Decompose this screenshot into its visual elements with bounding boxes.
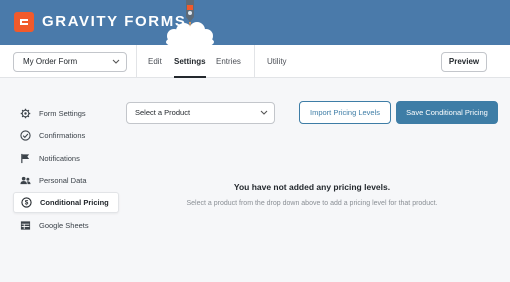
dollar-icon: $ xyxy=(21,197,32,208)
tab-edit[interactable]: Edit xyxy=(148,45,162,78)
empty-state-description: Select a product from the drop down abov… xyxy=(186,200,438,207)
chevron-down-icon xyxy=(260,110,268,115)
toolbar-divider xyxy=(254,45,255,78)
sidebar-item-notifications[interactable]: Notifications xyxy=(13,148,119,169)
sidebar-item-label: Notifications xyxy=(39,154,80,163)
flag-icon xyxy=(20,153,31,164)
rocket-illustration-icon xyxy=(166,0,214,45)
gear-icon xyxy=(20,108,31,119)
sidebar-item-form-settings[interactable]: Form Settings xyxy=(13,103,119,124)
table-icon xyxy=(20,220,31,231)
sidebar-item-label: Confirmations xyxy=(39,131,86,140)
sidebar-item-label: Conditional Pricing xyxy=(40,198,109,207)
import-pricing-levels-button[interactable]: Import Pricing Levels xyxy=(299,101,391,124)
tab-utility[interactable]: Utility xyxy=(267,45,287,78)
form-switcher-value: My Order Form xyxy=(23,57,78,66)
check-circle-icon xyxy=(20,130,31,141)
product-select[interactable]: Select a Product xyxy=(126,102,275,124)
app-header: GRAVITY FORMS xyxy=(0,0,510,45)
sidebar-item-label: Google Sheets xyxy=(39,221,89,230)
tab-settings[interactable]: Settings xyxy=(174,45,206,78)
sidebar-item-conditional-pricing[interactable]: $ Conditional Pricing xyxy=(13,192,119,213)
sidebar-item-label: Personal Data xyxy=(39,176,87,185)
form-switcher-select[interactable]: My Order Form xyxy=(13,52,127,72)
save-conditional-pricing-button[interactable]: Save Conditional Pricing xyxy=(396,101,498,124)
tab-entries[interactable]: Entries xyxy=(216,45,241,78)
sidebar-item-confirmations[interactable]: Confirmations xyxy=(13,125,119,146)
sidebar-item-personal-data[interactable]: Personal Data xyxy=(13,170,119,191)
svg-text:$: $ xyxy=(25,200,29,207)
empty-state-title: You have not added any pricing levels. xyxy=(233,182,391,192)
users-icon xyxy=(20,175,31,186)
chevron-down-icon xyxy=(112,59,120,64)
gravity-forms-logo-icon xyxy=(14,12,34,32)
sidebar-item-label: Form Settings xyxy=(39,109,86,118)
preview-button[interactable]: Preview xyxy=(441,52,487,72)
sidebar-item-google-sheets[interactable]: Google Sheets xyxy=(13,215,119,236)
product-select-value: Select a Product xyxy=(135,108,191,117)
toolbar-divider xyxy=(136,45,137,78)
